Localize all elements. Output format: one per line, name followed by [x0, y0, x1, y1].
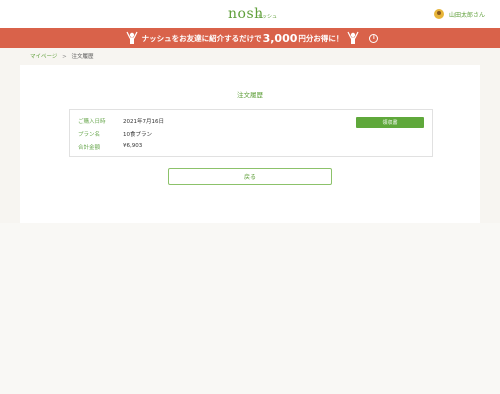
order-card: ご購入日時 2021年7月16日 プラン名 10食プラン 合計金額 ¥6,903… [69, 109, 433, 157]
banner-amount: 3,000 [262, 31, 298, 45]
cheering-figure-icon [126, 31, 138, 44]
info-icon[interactable]: i [369, 33, 379, 43]
receipt-button[interactable]: 領収書 [356, 117, 424, 128]
order-date-label: ご購入日時 [78, 119, 106, 125]
plan-value: 10食プラン [123, 132, 152, 138]
avatar [433, 9, 444, 19]
plan-label: プラン名 [78, 132, 101, 138]
main-panel: 注文履歴 ご購入日時 2021年7月16日 プラン名 10食プラン 合計金額 ¥… [20, 65, 480, 223]
referral-banner[interactable]: ナッシュをお友達に紹介するだけで 3,000 円分お得に！ i [0, 28, 500, 48]
logo-subtitle: ナッシュ [257, 14, 278, 20]
page-background [0, 223, 500, 394]
banner-text-before: ナッシュをお友達に紹介するだけで [141, 33, 262, 43]
order-date-value: 2021年7月16日 [123, 119, 164, 125]
header: nosh ナッシュ 山田太郎さん [0, 0, 500, 28]
cheering-figure-icon [347, 31, 359, 44]
user-menu[interactable]: 山田太郎さん [433, 9, 485, 19]
banner-text-after: 円分お得に！ [298, 33, 344, 43]
page-title: 注文履歴 [237, 91, 263, 99]
total-value: ¥6,903 [123, 143, 143, 149]
user-name: 山田太郎さん [448, 11, 485, 19]
breadcrumb-current: 注文履歴 [71, 54, 94, 60]
total-label: 合計金額 [78, 145, 101, 151]
back-button[interactable]: 戻る [168, 168, 332, 185]
breadcrumb-separator: > [62, 54, 67, 60]
breadcrumb-home[interactable]: マイページ [30, 54, 57, 60]
breadcrumb: マイページ > 注文履歴 [30, 52, 94, 60]
